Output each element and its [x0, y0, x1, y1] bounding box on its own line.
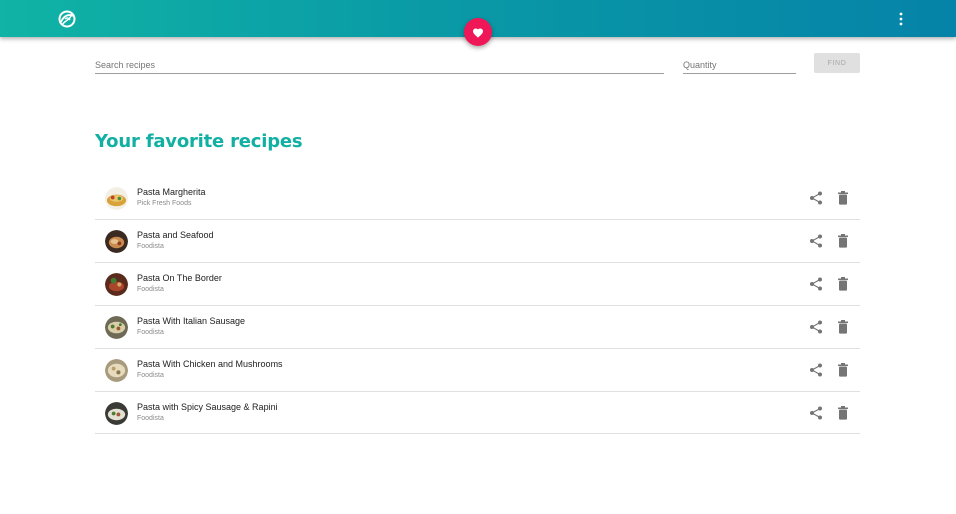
delete-icon[interactable]: [837, 320, 849, 334]
recipe-source: Foodista: [137, 286, 164, 293]
recipe-source: Pick Fresh Foods: [137, 200, 192, 207]
share-icon[interactable]: [809, 363, 823, 377]
swirl-logo-icon[interactable]: [57, 9, 77, 29]
recipe-row[interactable]: Pasta with Spicy Sausage & Rapini Foodis…: [95, 392, 860, 434]
recipe-name: Pasta With Chicken and Mushrooms: [137, 359, 283, 369]
recipe-source: Foodista: [137, 415, 164, 422]
recipe-name: Pasta with Spicy Sausage & Rapini: [137, 402, 278, 412]
heart-icon: [473, 28, 483, 38]
delete-icon[interactable]: [837, 191, 849, 205]
recipe-thumbnail: [105, 316, 128, 339]
recipe-name: Pasta With Italian Sausage: [137, 316, 246, 326]
recipe-name: Pasta On The Border: [137, 273, 222, 283]
favorites-list: Pasta Margherita Pick Fresh Foods Pasta …: [95, 177, 860, 434]
recipe-row[interactable]: Pasta Margherita Pick Fresh Foods: [95, 177, 860, 220]
recipe-name: Pasta Margherita: [137, 187, 206, 197]
more-vert-icon[interactable]: [893, 9, 909, 29]
delete-icon[interactable]: [837, 363, 849, 377]
recipe-source: Foodista: [137, 329, 164, 336]
share-icon[interactable]: [809, 406, 823, 420]
favorites-button[interactable]: [464, 18, 492, 46]
recipe-row[interactable]: Pasta and Seafood Foodista: [95, 220, 860, 263]
delete-icon[interactable]: [837, 406, 849, 420]
page-title: Your favorite recipes: [95, 131, 303, 152]
recipe-row[interactable]: Pasta With Italian Sausage Foodista: [95, 306, 860, 349]
share-icon[interactable]: [809, 234, 823, 248]
find-button[interactable]: FIND: [814, 53, 860, 73]
share-icon[interactable]: [809, 191, 823, 205]
share-icon[interactable]: [809, 320, 823, 334]
quantity-input[interactable]: [683, 56, 796, 74]
recipe-thumbnail: [105, 273, 128, 296]
recipe-thumbnail: [105, 402, 128, 425]
recipe-thumbnail: [105, 230, 128, 253]
recipe-row[interactable]: Pasta On The Border Foodista: [95, 263, 860, 306]
recipe-row[interactable]: Pasta With Chicken and Mushrooms Foodist…: [95, 349, 860, 392]
recipe-thumbnail: [105, 187, 128, 210]
recipe-name: Pasta and Seafood: [137, 230, 214, 240]
recipe-source: Foodista: [137, 372, 164, 379]
share-icon[interactable]: [809, 277, 823, 291]
recipe-source: Foodista: [137, 243, 164, 250]
delete-icon[interactable]: [837, 234, 849, 248]
recipe-thumbnail: [105, 359, 128, 382]
delete-icon[interactable]: [837, 277, 849, 291]
search-recipes-input[interactable]: [95, 56, 664, 74]
